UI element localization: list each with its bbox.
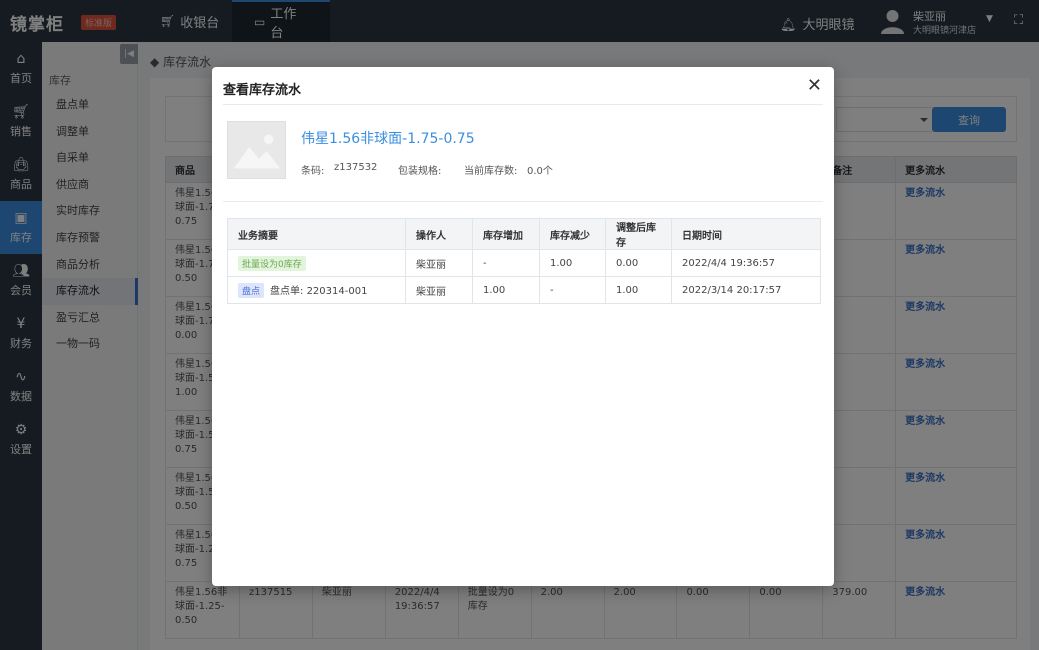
stock-label: 当前库存数: [464,166,518,177]
product-name: 伟星1.56非球面-1.75-0.75 [301,131,475,147]
stock-value: 0.0个 [527,166,553,177]
barcode-value: z137532 [334,162,378,173]
table-header-row: 业务摘要 操作人 库存增加 库存减少 调整后库存 日期时间 [227,218,821,250]
table-row: 批量设为0库存 柴亚丽 - 1.00 0.00 2022/4/4 19:36:5… [227,249,821,277]
after-stock-cell: 1.00 [605,276,672,304]
status-badge: 批量设为0库存 [238,255,306,271]
summary-text: 盘点单: 220314-001 [270,286,368,297]
divider [223,201,823,202]
operator-cell: 柴亚丽 [405,249,473,277]
datetime-cell: 2022/3/14 20:17:57 [671,276,821,304]
barcode-label: 条码: [301,166,325,177]
close-icon[interactable]: ✕ [807,75,822,96]
modal-title: 查看库存流水 [223,83,302,98]
column-header: 业务摘要 [227,218,406,250]
column-header: 库存减少 [539,218,606,250]
column-header: 库存增加 [472,218,540,250]
summary-cell: 批量设为0库存 [227,249,406,277]
increase-cell: - [472,249,540,277]
increase-cell: 1.00 [472,276,540,304]
stock-flow-modal: 查看库存流水 ✕ 伟星1.56非球面-1.75-0.75 条码: z137532… [212,67,834,586]
table-row: 盘点 盘点单: 220314-001 柴亚丽 1.00 - 1.00 2022/3… [227,276,821,304]
column-header: 调整后库存 [605,218,672,250]
datetime-cell: 2022/4/4 19:36:57 [671,249,821,277]
divider [223,104,823,105]
status-badge: 盘点 [238,283,265,298]
operator-cell: 柴亚丽 [405,276,473,304]
modal-flow-table: 业务摘要 操作人 库存增加 库存减少 调整后库存 日期时间 批量设为0库存 柴亚… [227,218,821,304]
column-header: 操作人 [405,218,473,250]
column-header: 日期时间 [671,218,821,250]
after-stock-cell: 0.00 [605,249,672,277]
product-image-placeholder-icon [227,121,286,179]
decrease-cell: 1.00 [539,249,606,277]
decrease-cell: - [539,276,606,304]
summary-cell: 盘点 盘点单: 220314-001 [227,276,406,304]
pack-label: 包装规格: [398,166,442,177]
